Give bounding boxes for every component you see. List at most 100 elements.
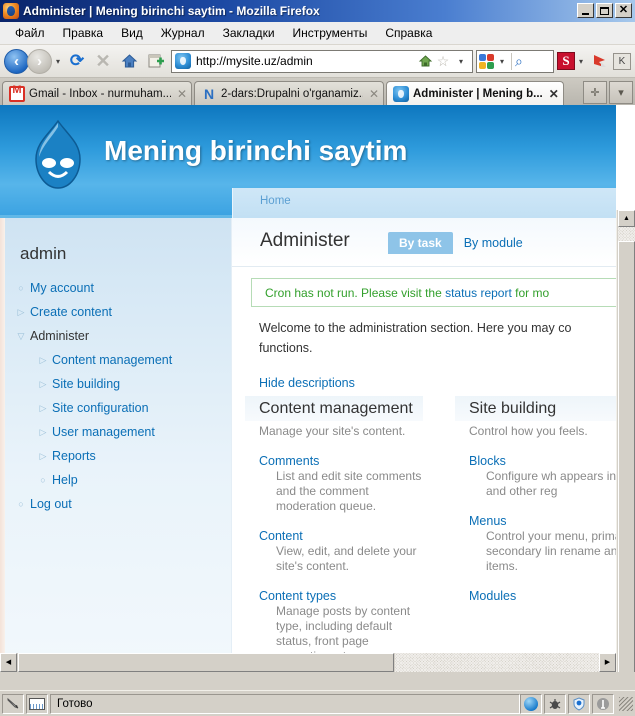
blue-dot-icon[interactable] [520, 693, 542, 714]
sidebar-item-label[interactable]: My account [30, 280, 94, 296]
admin-link-menus[interactable]: Menus Control your menu, primar secondar… [455, 514, 616, 574]
link-title[interactable]: Content [259, 529, 423, 543]
horizontal-scroll-thumb[interactable] [18, 653, 394, 672]
welcome-text: Welcome to the administration section. H… [259, 318, 616, 358]
menu-item-file[interactable]: Файл [6, 24, 54, 42]
sidebar-item-label[interactable]: Help [52, 472, 78, 488]
menu-item-tools[interactable]: Инструменты [284, 24, 377, 42]
tab-by-module[interactable]: By module [453, 232, 534, 254]
bug-icon[interactable] [544, 693, 566, 714]
sidebar-item-site-configuration[interactable]: ▷ Site configuration [12, 396, 228, 420]
pencil-icon[interactable] [2, 693, 24, 714]
sidebar-item-site-building[interactable]: ▷ Site building [12, 372, 228, 396]
menu-item-edit[interactable]: Правка [54, 24, 113, 42]
tab-close-icon[interactable]: ✕ [549, 87, 559, 101]
link-title[interactable]: Blocks [469, 454, 616, 468]
menu-item-history[interactable]: Журнал [152, 24, 214, 42]
sidebar-item-content-management[interactable]: ▷ Content management [12, 348, 228, 372]
sidebar-item-label[interactable]: Log out [30, 496, 72, 512]
new-tab-button[interactable]: ✛ [583, 81, 607, 104]
ext-s-icon[interactable]: S [557, 52, 575, 70]
logo-icon[interactable] [592, 693, 614, 714]
resize-grip[interactable] [619, 696, 633, 711]
chevron-right-icon: ▷ [39, 355, 47, 365]
maximize-button[interactable] [596, 3, 613, 18]
status-bar: Готово [0, 690, 635, 716]
browser-tab-drupal-lesson[interactable]: N 2-dars:Drupalni o'rganamiz... ✕ [194, 81, 384, 105]
sidebar-item-log-out[interactable]: ○ Log out [12, 492, 228, 516]
scroll-up-button[interactable]: ▲ [618, 210, 635, 227]
horizontal-scrollbar[interactable]: ◀ ▶ [0, 653, 616, 672]
sidebar-item-label[interactable]: Reports [52, 448, 96, 464]
admin-link-content[interactable]: Content View, edit, and delete your site… [245, 529, 423, 574]
sidebar-item-label[interactable]: Administer [30, 328, 89, 344]
status-message-after: for mo [511, 285, 550, 300]
sidebar-item-label[interactable]: User management [52, 424, 155, 440]
ruler-icon[interactable] [26, 693, 48, 714]
tab-title: Gmail - Inbox - nurmuham... [29, 87, 171, 100]
sidebar-item-user-management[interactable]: ▷ User management [12, 420, 228, 444]
reload-icon[interactable]: ⟳ [65, 49, 89, 73]
tab-close-icon[interactable]: ✕ [369, 87, 379, 101]
sidebar-item-administer[interactable]: ▽ Administer [12, 324, 228, 348]
status-report-link[interactable]: status report [445, 286, 512, 300]
vertical-scrollbar[interactable]: ▲ ▼ [616, 210, 635, 672]
sidebar-item-my-account[interactable]: ○ My account [12, 276, 228, 300]
history-dropdown-icon[interactable]: ▾ [52, 57, 64, 66]
sidebar-item-label[interactable]: Site building [52, 376, 120, 392]
shield-icon[interactable] [568, 693, 590, 714]
search-bar[interactable]: ▾ ⌕ [476, 49, 554, 73]
sidebar-item-label[interactable]: Create content [30, 304, 112, 320]
admin-block-content-management: Content management Manage your site's co… [245, 396, 423, 672]
scroll-right-button[interactable]: ▶ [599, 653, 616, 672]
admin-link-modules[interactable]: Modules [455, 589, 616, 603]
admin-link-blocks[interactable]: Blocks Configure wh appears in yo and ot… [455, 454, 616, 499]
tab-close-icon[interactable]: ✕ [177, 87, 187, 101]
tab-list-button[interactable]: ▾ [609, 81, 633, 104]
tab-strip-buttons: ✛ ▾ [583, 78, 635, 105]
chevron-right-icon: ▷ [39, 379, 47, 389]
url-input[interactable] [194, 53, 416, 69]
hide-descriptions-link[interactable]: Hide descriptions [259, 376, 355, 390]
menu-item-help[interactable]: Справка [376, 24, 441, 42]
horizontal-scroll-track[interactable] [395, 653, 599, 672]
sidebar-item-reports[interactable]: ▷ Reports [12, 444, 228, 468]
ext-s-dropdown-icon[interactable]: ▾ [575, 57, 587, 66]
close-button[interactable]: ✕ [615, 3, 632, 18]
menu-item-bookmarks[interactable]: Закладки [214, 24, 284, 42]
star-icon[interactable]: ☆ [434, 53, 452, 70]
sidebar-item-create-content[interactable]: ▷ Create content [12, 300, 228, 324]
search-engine-dropdown-icon[interactable]: ▾ [496, 57, 508, 66]
home-icon[interactable] [117, 49, 141, 73]
address-bar[interactable]: ☆ ▾ [171, 49, 473, 73]
bullet-icon: ○ [18, 499, 24, 509]
browser-tab-gmail[interactable]: Gmail - Inbox - nurmuham... ✕ [2, 81, 192, 105]
link-title[interactable]: Modules [469, 589, 616, 603]
link-title[interactable]: Menus [469, 514, 616, 528]
page-home-icon[interactable] [416, 54, 434, 68]
minimize-button[interactable] [577, 3, 594, 18]
back-button[interactable]: ‹ [4, 48, 29, 74]
window-controls: ✕ [577, 3, 632, 18]
menu-item-view[interactable]: Вид [112, 24, 152, 42]
link-title[interactable]: Content types [259, 589, 423, 603]
sidebar-item-label[interactable]: Site configuration [52, 400, 149, 416]
vertical-scroll-track-top[interactable] [618, 227, 635, 241]
search-icon[interactable]: ⌕ [515, 53, 523, 70]
sidebar-item-label[interactable]: Content management [52, 352, 172, 368]
page-canvas: Mening birinchi saytim Home admin ○ My a… [0, 105, 616, 672]
admin-link-comments[interactable]: Comments List and edit site comments and… [245, 454, 423, 514]
status-message: Cron has not run. Please visit the statu… [251, 278, 616, 307]
link-desc: List and edit site comments and the comm… [276, 469, 422, 513]
add-bookmark-icon[interactable] [143, 49, 167, 73]
tab-by-task[interactable]: By task [388, 232, 453, 254]
vertical-scroll-thumb[interactable] [618, 241, 635, 672]
link-title[interactable]: Comments [259, 454, 423, 468]
browser-tab-administer[interactable]: Administer | Mening b... ✕ [386, 81, 564, 105]
breadcrumb[interactable]: Home [260, 195, 291, 207]
url-dropdown-icon[interactable]: ▾ [452, 57, 470, 66]
scroll-left-button[interactable]: ◀ [0, 653, 17, 672]
sidebar-item-help[interactable]: ○ Help [12, 468, 228, 492]
ext-k-icon[interactable]: K [613, 52, 631, 70]
ext-flag-icon[interactable] [588, 49, 612, 73]
